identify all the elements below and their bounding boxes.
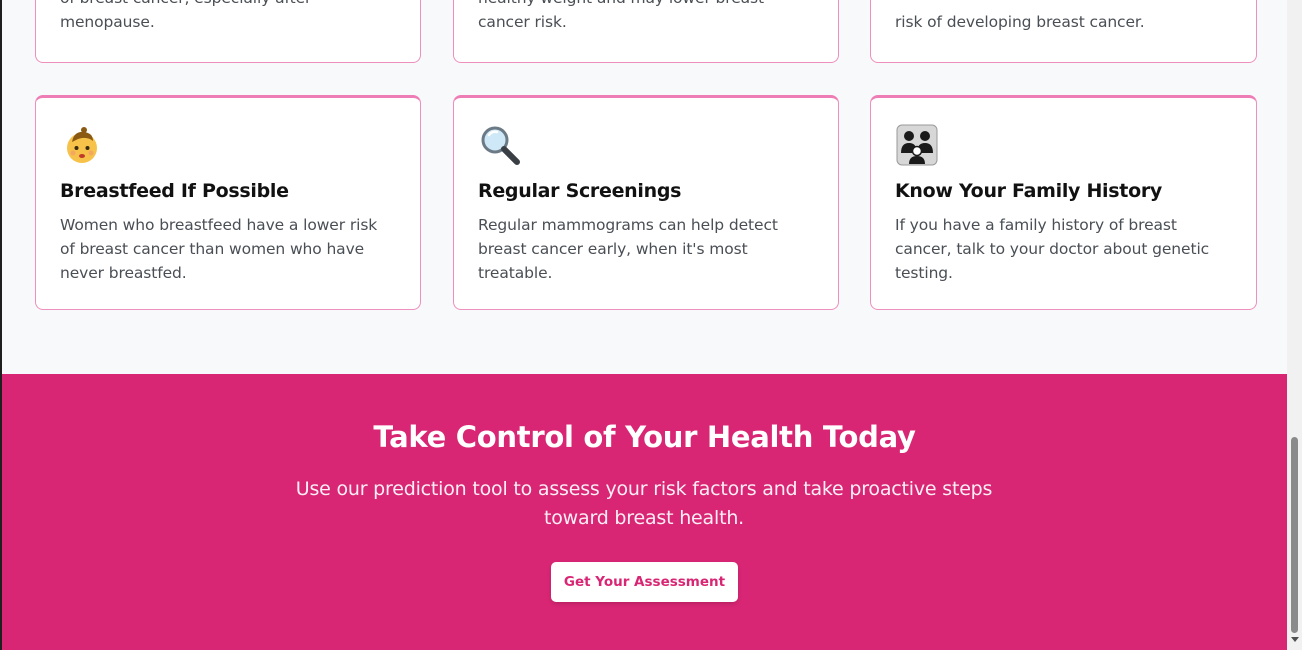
magnifying-glass-icon [481, 126, 520, 165]
scrollbar-thumb[interactable] [1291, 437, 1298, 633]
tip-card: of breast cancer, especially after menop… [35, 0, 421, 63]
vertical-scrollbar[interactable] [1287, 0, 1302, 650]
tip-card-title: Regular Screenings [478, 180, 682, 202]
tip-card: healthy weight and may lower breast canc… [453, 0, 839, 63]
cta-text: Use our prediction tool to assess your r… [295, 478, 993, 529]
cta-title: Take Control of Your Health Today [373, 420, 916, 454]
baby-icon [67, 127, 97, 163]
tip-card-description: Regular mammograms can help detect breas… [478, 216, 778, 282]
family-icon [896, 124, 938, 166]
tip-card-description: risk of developing breast cancer. [895, 13, 1145, 31]
tip-card-title: Know Your Family History [895, 180, 1162, 202]
tip-card: risk of developing breast cancer. [870, 0, 1257, 63]
scroll-down-arrow-icon[interactable] [1291, 637, 1299, 642]
tip-card-description: healthy weight and may lower breast canc… [478, 0, 764, 31]
page-content: of breast cancer, especially after menop… [2, 0, 1287, 650]
tip-card-title: Breastfeed If Possible [60, 180, 289, 202]
tip-card-description: Women who breastfeed have a lower risk o… [60, 216, 378, 282]
cta-banner: Take Control of Your Health Today Use ou… [2, 374, 1287, 650]
tip-card-description: If you have a family history of breast c… [895, 216, 1210, 282]
get-assessment-button[interactable]: Get Your Assessment [551, 562, 738, 602]
tip-card-family-history: Know Your Family History If you have a f… [870, 95, 1257, 310]
tip-card-description: of breast cancer, especially after menop… [60, 0, 311, 31]
tip-card-breastfeed: Breastfeed If Possible Women who breastf… [35, 95, 421, 310]
tip-card-screenings: Regular Screenings Regular mammograms ca… [453, 95, 839, 310]
